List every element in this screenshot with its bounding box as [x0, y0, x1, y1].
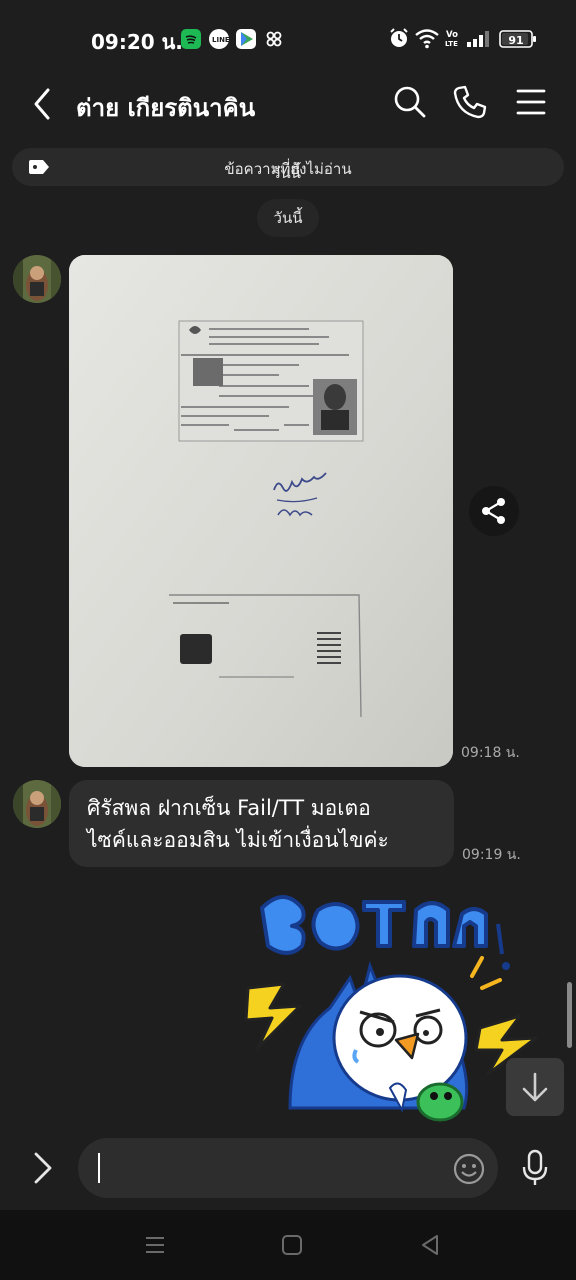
cartoon-penguin-sticker	[244, 895, 538, 1122]
voice-button[interactable]	[520, 1148, 550, 1188]
alarm-icon	[388, 27, 410, 53]
text-cursor	[98, 1153, 100, 1183]
spotify-icon	[181, 29, 201, 49]
arrow-down-icon	[522, 1072, 548, 1102]
svg-text:Vo: Vo	[446, 30, 458, 40]
expand-button[interactable]	[28, 1150, 58, 1186]
avatar[interactable]	[13, 255, 61, 303]
status-time: 09:20 น.	[91, 30, 183, 54]
play-games-icon	[236, 29, 256, 49]
emoji-button[interactable]	[452, 1152, 486, 1186]
line-icon: LINE	[209, 29, 230, 49]
message-input-bar	[0, 1128, 576, 1210]
triangle-back-icon	[422, 1235, 438, 1255]
chat-title[interactable]: ต่าย เกียรตินาคิน	[76, 88, 255, 127]
svg-text:LTE: LTE	[445, 40, 458, 48]
search-icon	[394, 86, 426, 118]
message-line: ศิรัสพล ฝากเซ็น Fail/TT มอเตอ	[87, 796, 371, 820]
signal-icon	[466, 29, 490, 53]
chat-header: ต่าย เกียรตินาคิน	[0, 60, 576, 148]
back-button[interactable]	[24, 84, 60, 124]
back-arrow-icon	[34, 88, 50, 120]
back-nav-button[interactable]	[418, 1233, 442, 1257]
home-button[interactable]	[280, 1233, 304, 1257]
image-message[interactable]	[69, 255, 453, 767]
floating-date-label: วันนี้	[272, 164, 301, 182]
menu-lines-icon	[146, 1237, 164, 1253]
battery-level: 91	[508, 34, 523, 47]
square-icon	[282, 1235, 302, 1255]
message-time: 09:18 น.	[461, 745, 520, 761]
microphone-icon	[522, 1149, 548, 1185]
svg-text:LINE: LINE	[212, 36, 229, 44]
date-chip: วันนี้	[257, 199, 319, 237]
message-time: 09:19 น.	[462, 847, 521, 863]
chevron-right-icon	[34, 1152, 52, 1184]
recent-apps-button[interactable]	[143, 1233, 167, 1257]
wifi-icon	[414, 27, 440, 53]
sticker-message[interactable]	[240, 888, 540, 1128]
scroll-to-bottom-button[interactable]	[506, 1058, 564, 1116]
search-button[interactable]	[390, 82, 430, 122]
avatar[interactable]	[13, 780, 61, 828]
menu-icon	[516, 89, 546, 115]
share-icon	[482, 498, 505, 524]
scrollbar-thumb[interactable]	[567, 982, 572, 1048]
system-navigation-bar	[0, 1210, 576, 1280]
battery-icon: 91	[499, 29, 537, 53]
message-input[interactable]	[78, 1138, 498, 1198]
text-message-bubble[interactable]: ศิรัสพล ฝากเซ็น Fail/TT มอเตอ ไซค์และออม…	[69, 780, 454, 867]
pinwheel-icon	[264, 29, 284, 49]
smiley-icon	[453, 1153, 485, 1185]
volte-icon: Vo LTE	[445, 28, 465, 52]
message-line: ไซค์และออมสิน ไม่เข้าเงื่อนไขค่ะ	[87, 828, 389, 852]
id-card-photo	[69, 255, 453, 767]
call-button[interactable]	[450, 82, 490, 122]
menu-button[interactable]	[511, 82, 551, 122]
phone-icon	[453, 85, 487, 119]
share-button[interactable]	[469, 486, 519, 536]
status-bar: 09:20 น. LINE Vo LTE 91	[0, 0, 576, 60]
